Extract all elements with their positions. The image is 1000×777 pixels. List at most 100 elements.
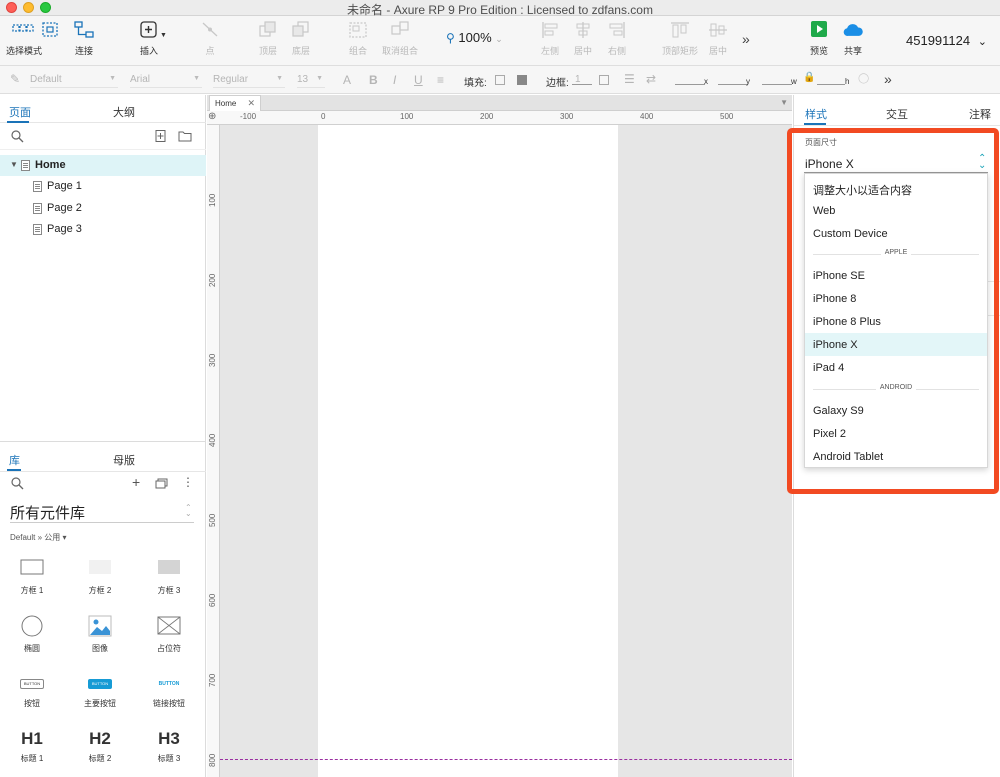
- widget-placeholder[interactable]: 占位符: [139, 614, 199, 654]
- border-style-icon[interactable]: ☰: [624, 72, 635, 86]
- height-field[interactable]: [817, 84, 845, 85]
- font-weight-select[interactable]: Regular ▼: [213, 72, 285, 88]
- widget-link-button[interactable]: BUTTON 链接按钮: [139, 676, 199, 709]
- widget-box-1[interactable]: 方框 1: [2, 558, 62, 596]
- font-select[interactable]: Arial ▼: [130, 72, 202, 88]
- page-item-page-3[interactable]: Page 3: [0, 219, 206, 240]
- add-library-icon[interactable]: +: [132, 474, 140, 490]
- align-middle-button[interactable]: 居中: [706, 20, 730, 57]
- point-button[interactable]: 点: [199, 20, 221, 57]
- option-iphone-x[interactable]: iPhone X: [805, 333, 987, 356]
- italic-icon[interactable]: I: [393, 73, 396, 87]
- option-galaxy-s9[interactable]: Galaxy S9: [805, 399, 987, 422]
- search-icon[interactable]: [11, 477, 24, 490]
- tab-home[interactable]: Home ✕: [209, 95, 261, 111]
- page-fold-line: [220, 759, 792, 760]
- width-field[interactable]: [762, 84, 792, 85]
- align-center-button[interactable]: 居中: [571, 20, 595, 57]
- select-mode-button[interactable]: 选择模式: [6, 20, 42, 57]
- library-path[interactable]: Default » 公用 ▾: [10, 532, 66, 543]
- lock-icon[interactable]: 🔒: [803, 72, 815, 83]
- widget-heading-2[interactable]: H2 标题 2: [70, 729, 130, 764]
- page-artboard[interactable]: [318, 125, 618, 777]
- tab-library[interactable]: 库: [9, 452, 20, 468]
- align-left-button[interactable]: 左侧: [538, 20, 562, 57]
- arrow-style-icon[interactable]: ⇄: [646, 72, 656, 86]
- option-iphone-8[interactable]: iPhone 8: [805, 287, 987, 310]
- widget-primary-button[interactable]: BUTTON 主要按钮: [70, 676, 130, 709]
- page-item-home[interactable]: ▼ Home: [0, 155, 206, 176]
- insert-button[interactable]: 插入 ▼: [133, 20, 167, 57]
- bring-to-top-button[interactable]: 顶层: [256, 20, 280, 57]
- ruler-origin-icon[interactable]: ⊕: [208, 111, 216, 122]
- widget-heading-1[interactable]: H1 标题 1: [2, 729, 62, 764]
- ungroup-button[interactable]: 取消组合: [380, 20, 420, 57]
- option-custom-device[interactable]: Custom Device: [805, 222, 987, 245]
- option-iphone-se[interactable]: iPhone SE: [805, 264, 987, 287]
- x-field[interactable]: [675, 84, 705, 85]
- align-top-button[interactable]: 顶部矩形: [660, 20, 700, 57]
- search-icon[interactable]: [11, 130, 24, 143]
- underline-icon[interactable]: U: [414, 73, 423, 87]
- expand-arrow-icon[interactable]: ▼: [10, 160, 18, 169]
- widget-box-2[interactable]: 方框 2: [70, 558, 130, 596]
- add-folder-icon[interactable]: [178, 130, 192, 142]
- point-icon: [202, 22, 218, 37]
- widget-image[interactable]: 图像: [70, 614, 130, 654]
- tab-style[interactable]: 样式: [805, 106, 827, 122]
- library-stack-icon[interactable]: [155, 478, 169, 489]
- widget-ellipse[interactable]: 椭圆: [2, 614, 62, 654]
- connector-icon: [74, 21, 94, 38]
- tab-interactions[interactable]: 交互: [886, 106, 908, 122]
- fill-type-icon[interactable]: [517, 75, 527, 85]
- text-color-icon[interactable]: A: [343, 73, 351, 87]
- tab-masters[interactable]: 母版: [113, 452, 135, 468]
- library-select[interactable]: 所有元件库: [10, 502, 85, 523]
- chevron-down-icon: ▼: [160, 32, 167, 39]
- user-account-menu[interactable]: 451991124 ⌄: [906, 33, 987, 48]
- font-size-select[interactable]: 13 ▼: [297, 72, 325, 88]
- widget-box-3[interactable]: 方框 3: [139, 558, 199, 596]
- select-arrows-icon[interactable]: ⌃ ⌄: [978, 154, 986, 171]
- option-iphone-8-plus[interactable]: iPhone 8 Plus: [805, 310, 987, 333]
- connect-button[interactable]: 连接: [70, 20, 98, 57]
- option-pixel-2[interactable]: Pixel 2: [805, 422, 987, 445]
- share-button[interactable]: 共享: [838, 20, 868, 57]
- page-item-page-2[interactable]: Page 2: [0, 198, 206, 219]
- close-icon[interactable]: ✕: [247, 98, 255, 109]
- tab-notes[interactable]: 注释: [969, 106, 991, 122]
- send-to-back-button[interactable]: 底层: [289, 20, 313, 57]
- y-field[interactable]: [718, 84, 748, 85]
- select-contained-button[interactable]: [39, 20, 61, 40]
- pages-outline-tabs: 页面 大纲: [0, 95, 206, 123]
- page-size-select[interactable]: iPhone X: [805, 157, 854, 171]
- tab-outline[interactable]: 大纲: [113, 104, 135, 120]
- fill-color-swatch[interactable]: [495, 75, 505, 85]
- add-page-icon[interactable]: [155, 130, 167, 142]
- group-button[interactable]: 组合: [346, 20, 370, 57]
- bold-icon[interactable]: B: [369, 73, 378, 87]
- option-android-tablet[interactable]: Android Tablet: [805, 445, 987, 468]
- style-select[interactable]: Default ▼: [30, 72, 118, 88]
- option-web[interactable]: Web: [805, 199, 987, 222]
- page-icon: [33, 224, 42, 235]
- list-icon[interactable]: ≡: [437, 73, 444, 87]
- page-item-page-1[interactable]: Page 1: [0, 176, 206, 197]
- align-right-button[interactable]: 右侧: [605, 20, 629, 57]
- tab-list-chevron-icon[interactable]: ▼: [780, 98, 788, 107]
- style-editor-icon[interactable]: ✎: [10, 72, 20, 86]
- option-fit-content[interactable]: 调整大小以适合内容: [805, 176, 987, 199]
- option-ipad-4[interactable]: iPad 4: [805, 356, 987, 379]
- more-options-icon[interactable]: ⋮: [182, 475, 194, 489]
- tab-pages[interactable]: 页面: [9, 104, 31, 120]
- visibility-eye-icon[interactable]: ◯: [858, 73, 869, 84]
- border-color-swatch[interactable]: [599, 75, 609, 85]
- more-tools-icon[interactable]: »: [742, 31, 750, 47]
- widget-button[interactable]: BUTTON 按钮: [2, 676, 62, 709]
- widget-heading-3[interactable]: H3 标题 3: [139, 729, 199, 764]
- preview-button[interactable]: 预览: [806, 20, 832, 57]
- more-format-icon[interactable]: »: [884, 71, 892, 87]
- design-canvas[interactable]: [220, 125, 792, 777]
- select-arrows-icon[interactable]: ⌃ ⌄: [185, 504, 192, 518]
- zoom-select[interactable]: ⚲ 100% ⌄: [446, 30, 503, 45]
